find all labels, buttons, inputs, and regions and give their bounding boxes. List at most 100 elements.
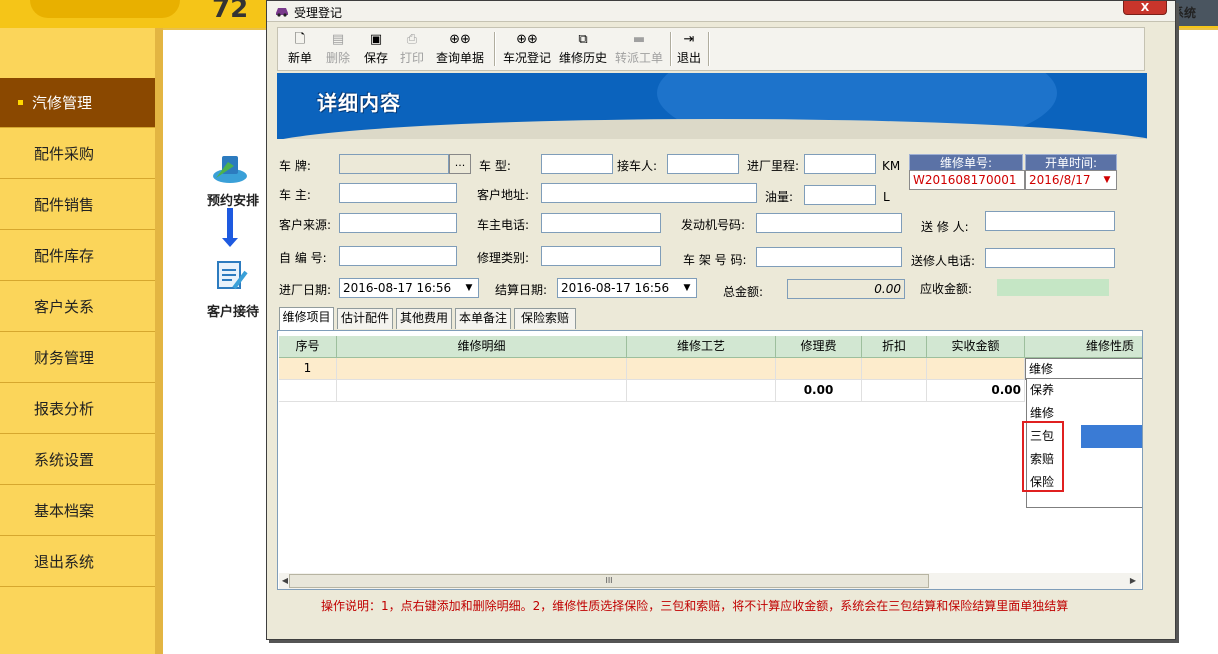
source-field[interactable]	[339, 213, 457, 233]
row1-nature-combo[interactable]: 维修	[1025, 358, 1142, 380]
app-logo: 72	[212, 0, 249, 24]
exit-button-label: 退出	[676, 51, 701, 65]
new-button[interactable]: 🗋 新单	[280, 30, 320, 68]
tab-insurance-claims[interactable]: 保险索赔	[514, 308, 576, 329]
save-button-label: 保存	[363, 51, 388, 65]
frame-field[interactable]	[756, 247, 902, 267]
fuel-unit: L	[883, 190, 890, 204]
menu-item-label: 基本档案	[34, 502, 95, 520]
reception-icon[interactable]	[212, 258, 250, 294]
row1-detail-cell[interactable]	[337, 358, 627, 380]
receiver-field[interactable]	[667, 154, 739, 174]
sender-field[interactable]	[985, 211, 1115, 231]
dialog-titlebar[interactable]: 受理登记 X	[267, 1, 1175, 22]
chevron-down-icon[interactable]: ▼	[461, 280, 477, 296]
sender-label: 送 修 人:	[921, 220, 969, 234]
repair-type-field[interactable]	[541, 246, 661, 266]
menu-item-repair-management[interactable]: 汽修管理	[0, 78, 155, 128]
menu-item-reports[interactable]: 报表分析	[0, 384, 155, 434]
menu-item-parts-purchase[interactable]: 配件采购	[0, 129, 155, 179]
entry-date-value: 2016-08-17 16:56	[343, 281, 452, 295]
row1-no[interactable]: 1	[279, 358, 337, 380]
tab-repair-items[interactable]: 维修项目	[279, 307, 334, 330]
close-button[interactable]: X	[1123, 1, 1167, 15]
tab-estimated-parts[interactable]: 估计配件	[337, 308, 393, 329]
settle-date-value: 2016-08-17 16:56	[561, 281, 670, 295]
fuel-field[interactable]	[804, 185, 876, 205]
dropdown-option-maintenance[interactable]: 保养	[1027, 379, 1142, 402]
toolbar: 🗋 新单 ▤ 删除 ▣ 保存 ⎙ 打印 ⊕⊕ 查询单据 ⊕⊕ 车况登记 ⧉ 维修…	[277, 27, 1145, 71]
exit-button[interactable]: ⇥ 退出	[674, 30, 704, 68]
column-header-no[interactable]: 序号	[279, 336, 337, 358]
query-documents-button[interactable]: ⊕⊕ 查询单据	[432, 30, 488, 68]
order-no-value: W201608170001	[909, 170, 1025, 190]
car-register-button[interactable]: ⊕⊕ 车况登记	[500, 30, 554, 68]
menu-item-parts-sales[interactable]: 配件销售	[0, 180, 155, 230]
owner-field[interactable]	[339, 183, 457, 203]
owner-phone-field[interactable]	[541, 213, 661, 233]
horizontal-scrollbar[interactable]: ◀ III ▶	[279, 573, 1141, 589]
tab-other-costs[interactable]: 其他费用	[396, 308, 452, 329]
new-document-icon: 🗋	[294, 32, 306, 47]
open-time-combo[interactable]: 2016/8/17 ▼	[1025, 170, 1117, 190]
total-row-discount-cell	[862, 380, 927, 402]
column-header-detail[interactable]: 维修明细	[337, 336, 627, 358]
menu-item-label: 系统设置	[34, 451, 95, 469]
column-header-nature[interactable]: 维修性质	[1025, 336, 1142, 358]
menu-item-exit-system[interactable]: 退出系统	[0, 537, 155, 587]
menu-item-system-settings[interactable]: 系统设置	[0, 435, 155, 485]
menu-item-customer-relations[interactable]: 客户关系	[0, 282, 155, 332]
operation-note: 操作说明：1，点右键添加和删除明细。2，维修性质选择保险，三包和索赔，将不计算应…	[321, 599, 1069, 613]
menu-item-label: 退出系统	[34, 553, 95, 571]
row1-amount-cell[interactable]	[927, 358, 1025, 380]
column-header-fee[interactable]: 修理费	[776, 336, 862, 358]
entry-date-picker[interactable]: 2016-08-17 16:56 ▼	[339, 278, 479, 298]
save-button[interactable]: ▣ 保存	[358, 30, 394, 68]
row1-fee-cell[interactable]	[776, 358, 862, 380]
column-header-discount[interactable]: 折扣	[862, 336, 927, 358]
menu-item-finance[interactable]: 财务管理	[0, 333, 155, 383]
model-field[interactable]	[541, 154, 613, 174]
transfer-work-order-button[interactable]: ▬ 转派工单	[612, 30, 666, 68]
plate-browse-button[interactable]: ...	[449, 154, 471, 174]
flow-step-appointment[interactable]: 预约安排	[207, 190, 259, 209]
car-register-label: 车况登记	[502, 51, 551, 65]
toolbar-separator	[494, 32, 496, 66]
row1-process-cell[interactable]	[627, 358, 776, 380]
repair-history-button[interactable]: ⧉ 维修历史	[556, 30, 610, 68]
repair-items-grid: 序号 维修明细 维修工艺 修理费 折扣 实收金额 维修性质 1 维修 0.00 …	[277, 330, 1143, 590]
menu-item-parts-inventory[interactable]: 配件库存	[0, 231, 155, 281]
engine-field[interactable]	[756, 213, 902, 233]
scrollbar-thumb[interactable]: III	[289, 574, 929, 588]
sender-phone-field[interactable]	[985, 248, 1115, 268]
menu-item-basic-records[interactable]: 基本档案	[0, 486, 155, 536]
custom-no-field[interactable]	[339, 246, 457, 266]
chevron-down-icon[interactable]: ▼	[1099, 172, 1115, 188]
scroll-right-icon[interactable]: ▶	[1127, 574, 1139, 588]
mileage-label: 进厂里程:	[747, 159, 800, 173]
query-button-label: 查询单据	[435, 51, 484, 65]
delete-button[interactable]: ▤ 删除	[320, 30, 356, 68]
binoculars-icon: ⊕⊕	[449, 32, 471, 47]
address-label: 客户地址:	[477, 188, 530, 202]
chevron-down-icon[interactable]: ▼	[679, 280, 695, 296]
fuel-label: 油量:	[765, 190, 794, 204]
column-header-amount[interactable]: 实收金额	[927, 336, 1025, 358]
tab-order-notes[interactable]: 本单备注	[455, 308, 511, 329]
appointment-icon[interactable]	[210, 152, 250, 184]
menu-item-label: 配件销售	[34, 196, 95, 214]
repair-type-label: 修理类别:	[477, 251, 530, 265]
row1-discount-cell[interactable]	[862, 358, 927, 380]
side-menu-edge	[155, 28, 163, 654]
column-header-process[interactable]: 维修工艺	[627, 336, 776, 358]
menu-item-label: 配件库存	[34, 247, 95, 265]
plate-field[interactable]	[339, 154, 449, 174]
mileage-field[interactable]	[804, 154, 876, 174]
print-button[interactable]: ⎙ 打印	[395, 30, 429, 68]
total-amount-field: 0.00	[787, 279, 905, 299]
order-no-header: 维修单号:	[909, 154, 1023, 171]
settle-date-picker[interactable]: 2016-08-17 16:56 ▼	[557, 278, 697, 298]
address-field[interactable]	[541, 183, 757, 203]
owner-label: 车 主:	[279, 188, 311, 202]
flow-step-reception[interactable]: 客户接待	[207, 301, 259, 320]
